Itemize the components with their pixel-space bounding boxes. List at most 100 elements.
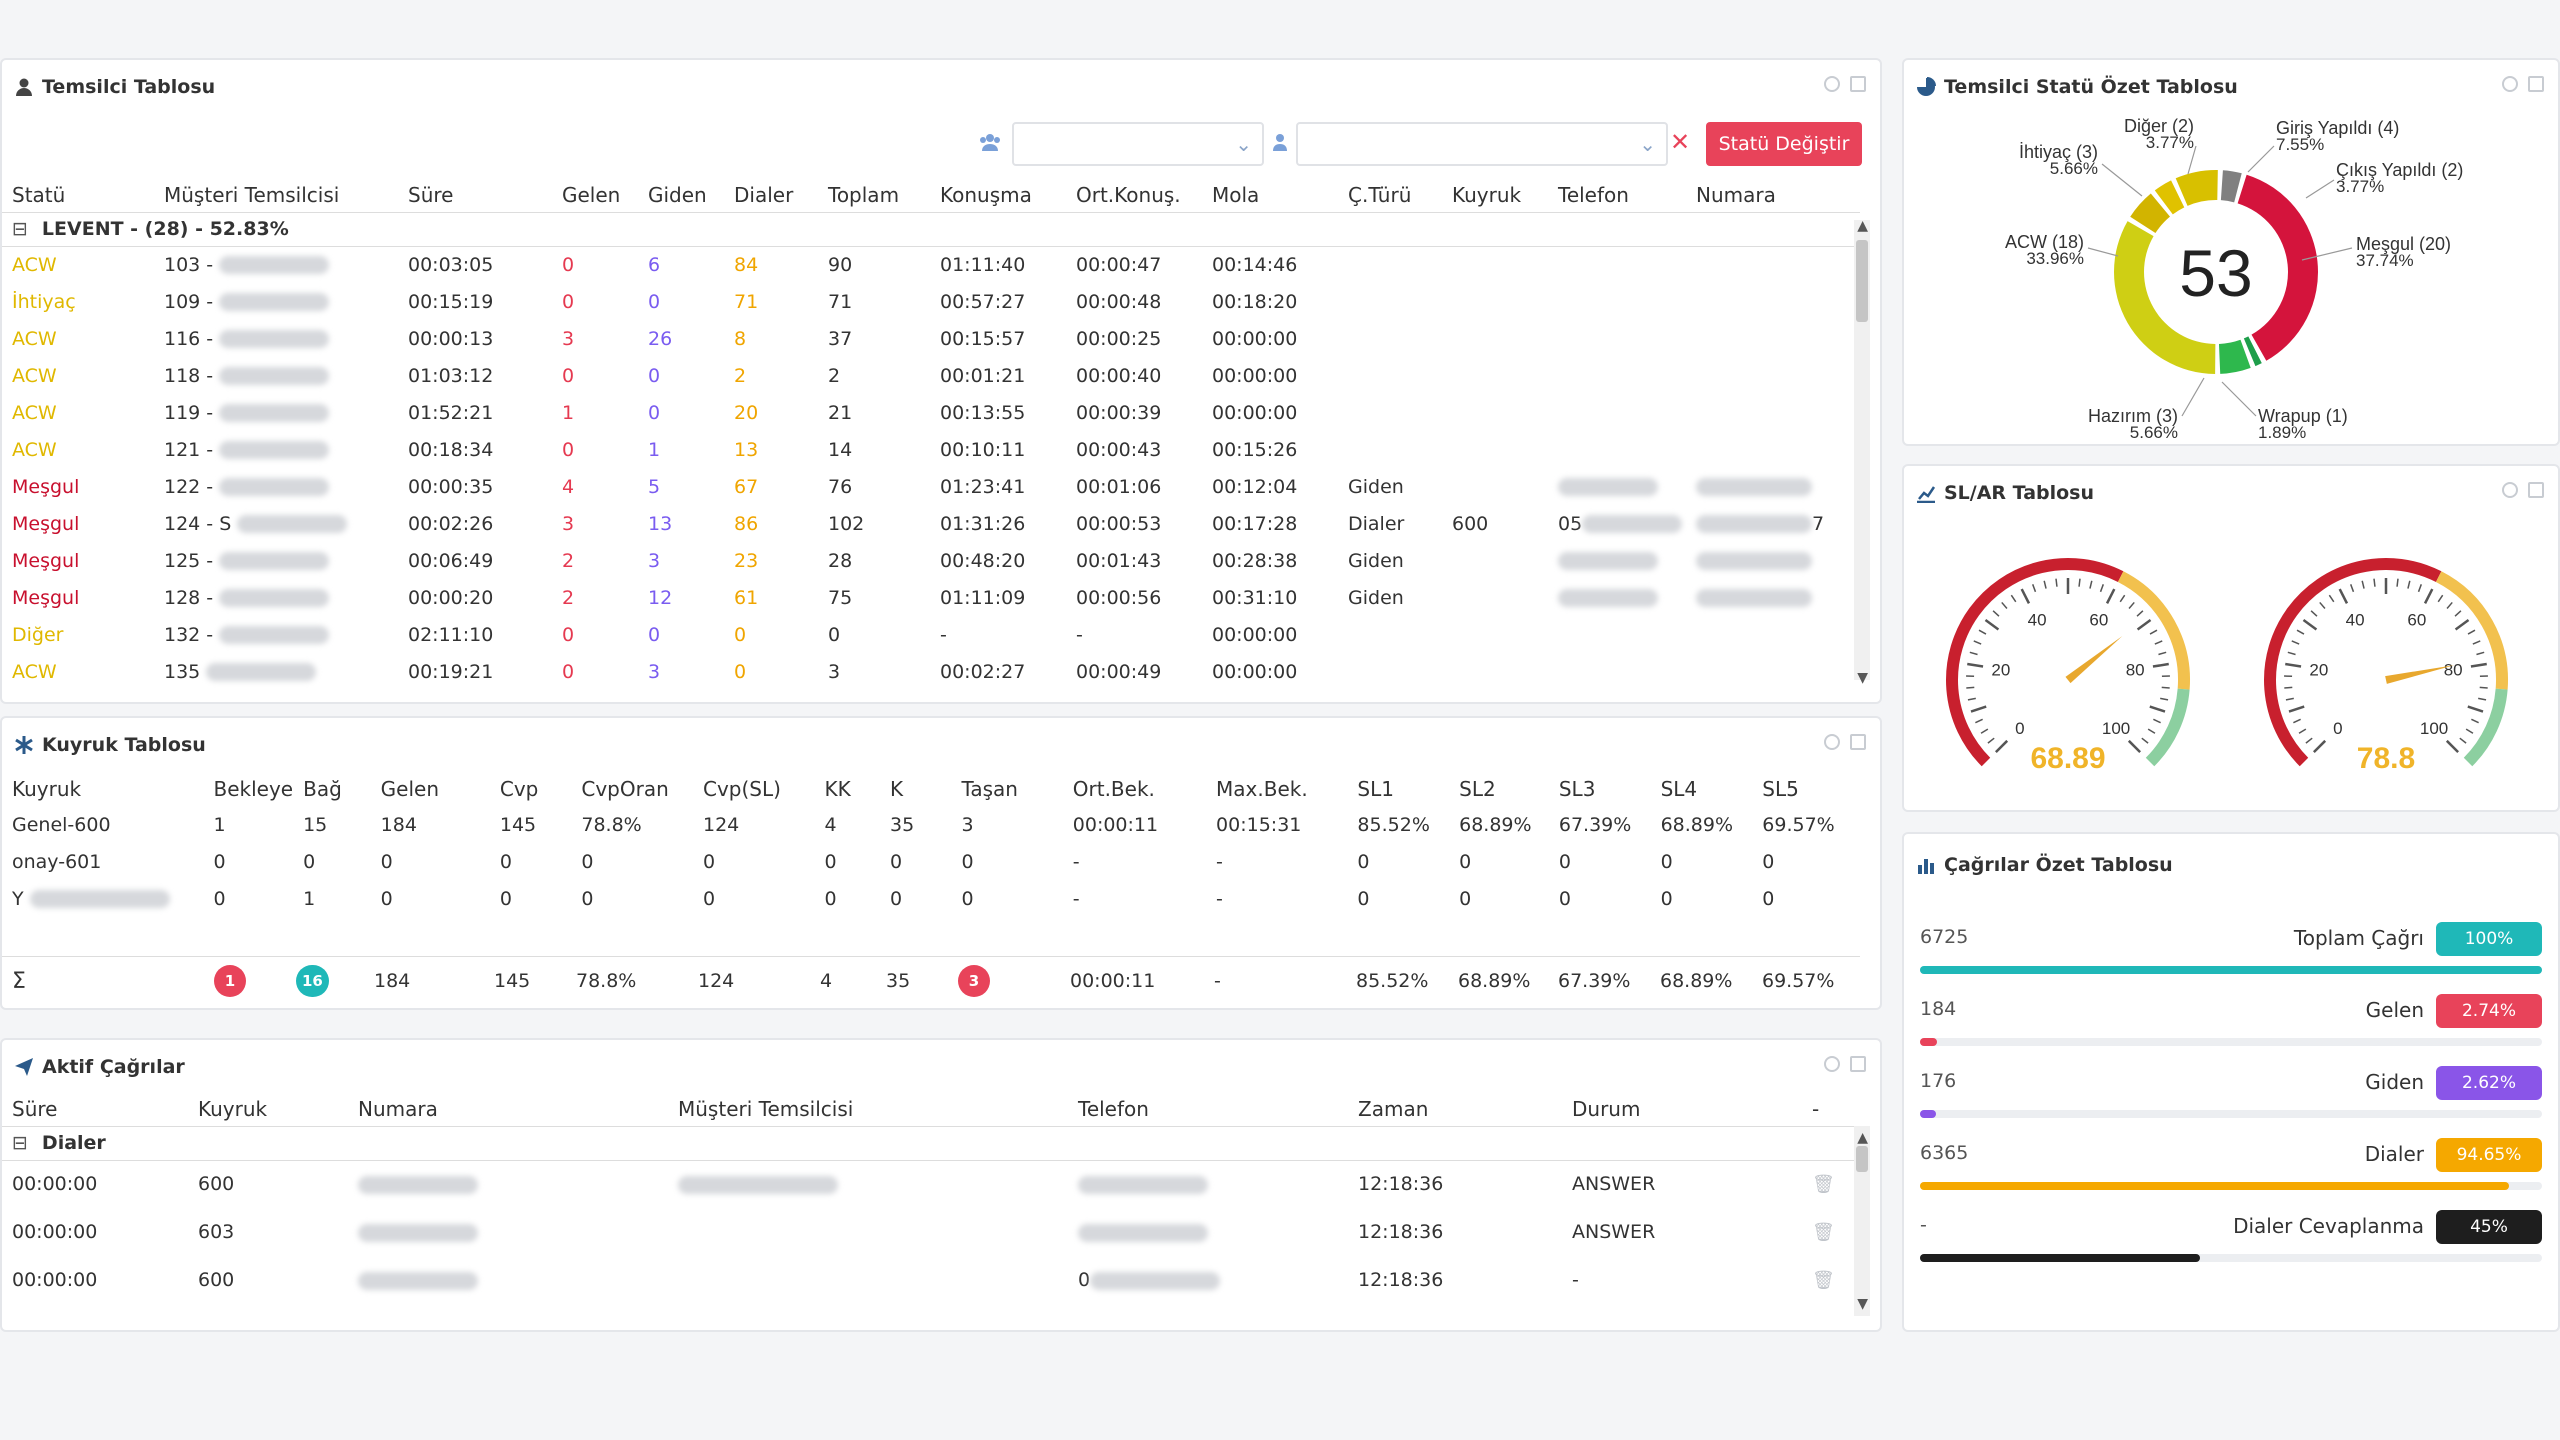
col-header[interactable]: Telefon: [1548, 178, 1686, 212]
col-header[interactable]: Kuyruk: [1442, 178, 1548, 212]
agent-row[interactable]: Meşgul 128 - 00:00:20 2 12 61 75 01:11:09 00:00…: [2, 579, 1860, 616]
gauge-tick: [2285, 697, 2294, 701]
agent-status: ACW: [12, 364, 57, 387]
col-header[interactable]: Zaman: [1348, 1092, 1562, 1126]
donut-slice[interactable]: [2175, 170, 2218, 206]
group-row[interactable]: ⊟ Dialer: [2, 1125, 1860, 1161]
col-header[interactable]: Müşteri Temsilcisi: [154, 178, 398, 212]
trash-icon[interactable]: 🗑: [1802, 1256, 1860, 1304]
agent-row[interactable]: Meşgul 122 - 00:00:35 4 5 67 76 01:23:41 00:01:…: [2, 468, 1860, 505]
agent-row[interactable]: İhtiyaç 109 - 00:15:19 0 0 71 71 00:57:27 00:00…: [2, 283, 1860, 320]
group-row[interactable]: ⊟ LEVENT - (28) - 52.83%: [2, 211, 1860, 247]
queue-row[interactable]: Y 0 1 0 0 0 0 0 0 0 - - 0 0 0 0 0: [2, 880, 1860, 917]
col-header[interactable]: Durum: [1562, 1092, 1802, 1126]
col-header[interactable]: K: [880, 772, 951, 806]
agent-row[interactable]: ACW 135 00:19:21 0 3 0 3 00:02:27 00:00:49 00:00…: [2, 653, 1860, 690]
temsilci-scrollbar[interactable]: [1854, 220, 1870, 680]
agent-row[interactable]: ACW 103 - 00:03:05 0 6 84 90 01:11:40 00:00:47 0…: [2, 246, 1860, 283]
trash-icon[interactable]: 🗑: [1802, 1160, 1860, 1208]
clear-icon[interactable]: ✕: [1670, 128, 1690, 156]
col-header[interactable]: -: [1802, 1092, 1860, 1126]
agent-status: Diğer: [12, 623, 64, 646]
scroll-down-icon[interactable]: ▼: [1857, 670, 1868, 686]
col-header[interactable]: SL5: [1752, 772, 1860, 806]
queue-cell: 0: [203, 843, 293, 880]
trash-icon[interactable]: 🗑: [1802, 1208, 1860, 1256]
col-header[interactable]: Kuyruk: [2, 772, 203, 806]
col-header[interactable]: CvpOran: [571, 772, 693, 806]
col-header[interactable]: Kuyruk: [188, 1092, 348, 1126]
col-header[interactable]: Giden: [638, 178, 724, 212]
col-header[interactable]: Dialer: [724, 178, 818, 212]
maximize-icon[interactable]: [1850, 734, 1866, 750]
scroll-down-icon[interactable]: ▼: [1857, 1296, 1868, 1312]
settings-icon[interactable]: [2502, 76, 2518, 92]
col-header[interactable]: Toplam: [818, 178, 930, 212]
donut-slice[interactable]: [2220, 170, 2242, 203]
group-select[interactable]: ⌄: [1012, 122, 1264, 166]
settings-icon[interactable]: [1824, 734, 1840, 750]
summary-row: 6725 Toplam Çağrı 100%: [1920, 922, 2542, 982]
col-header[interactable]: KK: [814, 772, 880, 806]
agent-row[interactable]: Diğer 132 - 02:11:10 0 0 0 0 - - 00:00:00: [2, 616, 1860, 653]
collapse-icon[interactable]: ⊟: [12, 218, 28, 240]
col-header[interactable]: Ç.Türü: [1338, 178, 1442, 212]
col-header[interactable]: Telefon: [1068, 1092, 1348, 1126]
agent-sure: 00:18:34: [408, 438, 494, 461]
queue-row[interactable]: onay-601 0 0 0 0 0 0 0 0 0 - - 0 0 0 0 0: [2, 843, 1860, 880]
call-row[interactable]: 00:00:00 603 12:18:36 ANSWER 🗑: [2, 1208, 1860, 1256]
maximize-icon[interactable]: [1850, 76, 1866, 92]
redacted-text: [678, 1175, 838, 1194]
agent-row[interactable]: Meşgul 125 - 00:06:49 2 3 23 28 00:48:20 00:01:…: [2, 542, 1860, 579]
col-header[interactable]: Mola: [1202, 178, 1338, 212]
col-header[interactable]: Konuşma: [930, 178, 1066, 212]
col-header[interactable]: Ort.Bek.: [1063, 772, 1206, 806]
scroll-up-icon[interactable]: ▲: [1857, 218, 1868, 234]
agent-row[interactable]: ACW 119 - 01:52:21 1 0 20 21 00:13:55 00:00:39 0…: [2, 394, 1860, 431]
col-header[interactable]: Bekleye: [203, 772, 293, 806]
maximize-icon[interactable]: [2528, 76, 2544, 92]
col-header[interactable]: Müşteri Temsilcisi: [668, 1092, 1068, 1126]
col-header[interactable]: Numara: [1686, 178, 1860, 212]
col-header[interactable]: Gelen: [552, 178, 638, 212]
cell-text: 0: [703, 850, 716, 873]
col-header[interactable]: Ort.Konuş.: [1066, 178, 1202, 212]
agent-row[interactable]: ACW 118 - 01:03:12 0 0 2 2 00:01:21 00:00:40 00:…: [2, 357, 1860, 394]
col-header[interactable]: Numara: [348, 1092, 668, 1126]
col-header[interactable]: Gelen: [371, 772, 490, 806]
gauge-tick: [1980, 728, 1989, 734]
status-change-button[interactable]: Statü Değiştir: [1706, 122, 1862, 166]
donut-slice[interactable]: [2218, 339, 2251, 374]
col-header[interactable]: Max.Bek.: [1206, 772, 1347, 806]
agent-tur: [1338, 653, 1442, 690]
aktif-scrollbar[interactable]: [1854, 1126, 1870, 1316]
settings-icon[interactable]: [2502, 482, 2518, 498]
call-sure: 00:00:00: [12, 1269, 98, 1291]
agent-row[interactable]: Meşgul 124 - S 00:02:26 3 13 86 102 01:31:26 00…: [2, 505, 1860, 542]
col-header[interactable]: Cvp(SL): [693, 772, 814, 806]
agent-row[interactable]: ACW 121 - 00:18:34 0 1 13 14 00:10:11 00:00:43 0…: [2, 431, 1860, 468]
settings-icon[interactable]: [1824, 76, 1840, 92]
col-header[interactable]: Cvp: [490, 772, 572, 806]
queue-row[interactable]: Genel-600 1 15 184 145 78.8% 124 4 35 3 00:00:11 00…: [2, 806, 1860, 843]
col-header[interactable]: Taşan: [951, 772, 1062, 806]
maximize-icon[interactable]: [2528, 482, 2544, 498]
col-header[interactable]: Süre: [398, 178, 552, 212]
col-header[interactable]: SL2: [1449, 772, 1549, 806]
col-header[interactable]: SL3: [1549, 772, 1651, 806]
call-row[interactable]: 00:00:00 600 12:18:36 ANSWER 🗑: [2, 1160, 1860, 1208]
maximize-icon[interactable]: [1850, 1056, 1866, 1072]
status-select[interactable]: ⌄: [1296, 122, 1668, 166]
collapse-icon[interactable]: ⊟: [12, 1132, 28, 1154]
scroll-up-icon[interactable]: ▲: [1857, 1130, 1868, 1146]
col-header[interactable]: Bağ: [293, 772, 371, 806]
settings-icon[interactable]: [1824, 1056, 1840, 1072]
col-header[interactable]: Süre: [2, 1092, 188, 1126]
sum-cvpsl: 124: [698, 970, 735, 992]
call-telefon: [1068, 1160, 1348, 1208]
col-header[interactable]: SL4: [1651, 772, 1753, 806]
call-row[interactable]: 00:00:00 600 0 12:18:36 - 🗑: [2, 1256, 1860, 1304]
agent-row[interactable]: ACW 116 - 00:00:13 3 26 8 37 00:15:57 00:00:25 0…: [2, 320, 1860, 357]
col-header[interactable]: Statü: [2, 178, 154, 212]
col-header[interactable]: SL1: [1347, 772, 1449, 806]
